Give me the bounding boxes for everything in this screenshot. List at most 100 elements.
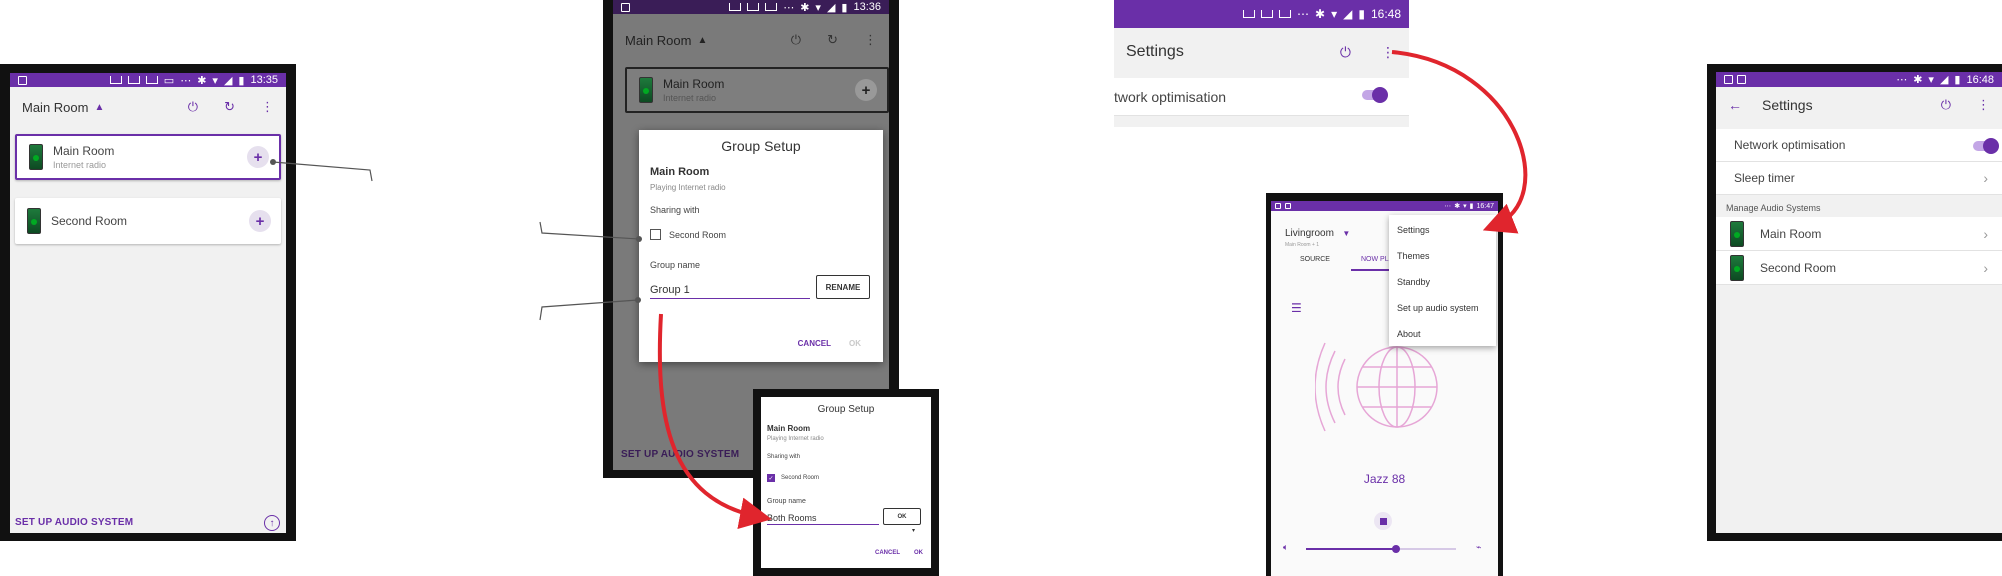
notification-icon (747, 3, 760, 11)
speaker-icon (1730, 220, 1744, 247)
room-selector[interactable]: Main Room (22, 100, 88, 115)
notification-icon (145, 76, 158, 84)
page-title: Settings (1762, 97, 1813, 113)
wifi-icon: ▾ (815, 1, 821, 14)
more-icon: ⋯ (783, 1, 795, 14)
network-optimisation-row[interactable]: Network optimisation (1716, 129, 2002, 162)
room-name: Livingroom (1285, 228, 1334, 239)
volume-slider[interactable] (1306, 545, 1456, 553)
setup-audio-system-link[interactable]: SET UP AUDIO SYSTEM (15, 517, 133, 528)
app-bar: Main Room ▲ ⏻ ↻ ⋮ (613, 20, 889, 60)
clock-time: 13:35 (250, 74, 278, 86)
overflow-menu-icon[interactable]: ⋮ (1977, 97, 1990, 113)
setup-audio-system-link[interactable]: SET UP AUDIO SYSTEM (621, 449, 739, 460)
chevron-right-icon: › (1983, 225, 1988, 242)
room-selector[interactable]: Livingroom ▼ Main Room + 1 (1285, 223, 1350, 248)
dialog-title: Group Setup (817, 404, 875, 415)
clock-time: 16:48 (1370, 7, 1401, 21)
setting-label: twork optimisation (1114, 88, 1227, 105)
add-to-group-icon[interactable]: + (855, 79, 877, 101)
system-name: Second Room (1760, 260, 1837, 275)
globe-radio-icon (1315, 342, 1438, 432)
phone-screen-1: ▭ ⋯ ✱ ▾ ◢ ▮ 13:35 Main Room ▲ ⏻ ↻ ⋮ Main… (0, 64, 296, 541)
tab-now-playing[interactable]: NOW PL (1361, 256, 1389, 263)
refresh-icon[interactable]: ↻ (827, 32, 838, 48)
audio-system-row[interactable]: Main Room › (1716, 217, 2002, 251)
add-to-group-icon[interactable]: + (249, 210, 271, 232)
status-bar: ⋯ ✱ ▾ ◢ ▮ 16:48 (1716, 72, 2002, 87)
battery-icon: ▮ (841, 1, 848, 14)
volume-down-icon[interactable]: 🔈︎ (1283, 542, 1288, 553)
dialog-room-status: Playing Internet radio (650, 183, 726, 192)
audio-system-row[interactable]: Second Room › (1716, 251, 2002, 285)
menu-item-standby[interactable]: Standby (1389, 269, 1496, 295)
group-name-label: Group name (650, 260, 701, 270)
stop-button[interactable] (1374, 512, 1392, 530)
share-option-row[interactable]: ✓ Second Room (767, 474, 931, 482)
group-setup-dialog: Group Setup Main Room Playing Internet r… (761, 397, 931, 568)
menu-item-themes[interactable]: Themes (1389, 243, 1496, 269)
volume-mute-icon[interactable]: ⌁ (1476, 542, 1481, 553)
chevron-right-icon: › (1983, 259, 1988, 276)
sleep-timer-row[interactable]: Sleep timer › (1716, 162, 2002, 195)
group-name-input[interactable]: Group 1 (650, 284, 810, 299)
room-card-main[interactable]: Main Room Internet radio + (625, 67, 889, 113)
bluetooth-icon: ✱ (1913, 74, 1923, 86)
notification-icon (1279, 10, 1292, 18)
rename-button[interactable]: RENAME (816, 275, 870, 299)
wifi-icon: ▾ (1928, 74, 1934, 86)
power-icon[interactable]: ⏻ (188, 99, 198, 115)
sharing-label: Sharing with (767, 454, 801, 460)
status-bar: ⋯ ✱ ▾ ◢ ▮ 16:48 (1114, 0, 1409, 28)
upload-icon[interactable]: ↑ (264, 515, 280, 531)
queue-list-icon[interactable]: ☰ (1291, 301, 1302, 315)
caret-down-icon: ▼ (1342, 229, 1351, 238)
signal-icon: ◢ (826, 1, 836, 14)
power-icon[interactable]: ⏻ (1340, 44, 1351, 61)
overflow-menu-icon[interactable]: ⋮ (864, 32, 877, 48)
cancel-button[interactable]: CANCEL (875, 550, 900, 556)
caret-up-icon[interactable]: ▲ (94, 102, 104, 113)
share-option-label: Second Room (781, 475, 820, 481)
overflow-menu-icon[interactable]: ⋮ (261, 99, 274, 115)
wifi-icon: ▾ (212, 74, 218, 87)
back-arrow-icon[interactable]: ← (1728, 97, 1742, 113)
share-checkbox[interactable] (650, 229, 661, 240)
share-checkbox[interactable]: ✓ (767, 474, 775, 482)
menu-item-setup-audio[interactable]: Set up audio system (1389, 295, 1496, 321)
wifi-icon: ▾ (1331, 7, 1338, 21)
clock-time: 16:48 (1966, 73, 1994, 86)
setting-label: Sleep timer (1734, 171, 1795, 185)
setting-label: Network optimisation (1734, 138, 1846, 152)
ok-confirm-button[interactable]: OK (883, 508, 921, 525)
volume-handle[interactable] (1392, 545, 1400, 553)
dropdown-arrow-icon[interactable]: ▾ (912, 527, 915, 534)
network-optimisation-toggle[interactable] (1973, 138, 1999, 154)
caret-up-icon[interactable]: ▲ (697, 35, 707, 46)
network-optimisation-toggle[interactable] (1362, 87, 1388, 103)
tab-source[interactable]: SOURCE (1300, 256, 1330, 263)
group-name-input[interactable]: Both Rooms (767, 513, 879, 525)
battery-icon: ▮ (1954, 74, 1961, 86)
menu-item-settings[interactable]: Settings (1389, 217, 1496, 243)
room-card-second[interactable]: Second Room + (15, 198, 281, 244)
signal-icon: ◢ (1939, 74, 1949, 86)
room-selector[interactable]: Main Room (625, 33, 691, 48)
power-icon[interactable]: ⏻ (1941, 97, 1951, 113)
add-to-group-icon[interactable]: + (247, 146, 269, 168)
share-option-row[interactable]: Second Room (650, 229, 883, 240)
dialog-title: Group Setup (721, 138, 801, 154)
ok-button[interactable]: OK (849, 339, 861, 348)
overflow-menu-icon[interactable]: ⋮ (1381, 44, 1395, 61)
power-icon[interactable]: ⏻ (791, 32, 801, 48)
refresh-icon[interactable]: ↻ (224, 99, 235, 115)
room-group-sub: Main Room + 1 (1285, 242, 1320, 248)
facebook-icon (621, 2, 630, 12)
callout-lines (270, 50, 1528, 529)
ok-button[interactable]: OK (914, 550, 923, 556)
cancel-button[interactable]: CANCEL (798, 339, 831, 348)
room-card-main[interactable]: Main Room Internet radio + (15, 134, 281, 180)
bluetooth-icon: ✱ (197, 74, 207, 87)
room-source: Internet radio (53, 160, 107, 170)
menu-item-about[interactable]: About (1389, 321, 1496, 347)
